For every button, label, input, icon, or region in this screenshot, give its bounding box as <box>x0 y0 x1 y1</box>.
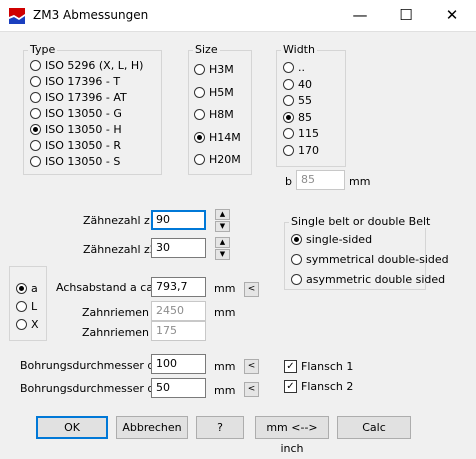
center-distance-apply-button[interactable]: < <box>244 282 259 297</box>
size-radio-4[interactable] <box>194 154 205 165</box>
z1-label: Zähnezahl z1 <box>83 214 157 227</box>
bore1-apply-button[interactable]: < <box>244 359 259 374</box>
width-option-label: .. <box>298 61 305 74</box>
minimize-button[interactable]: — <box>337 0 383 31</box>
type-option-label: ISO 13050 - S <box>45 155 121 168</box>
belt-option-label: single-sided <box>306 233 373 246</box>
size-radio-2[interactable] <box>194 109 205 120</box>
z2-spin-down[interactable]: ▼ <box>215 249 230 260</box>
flange2-label: Flansch 2 <box>301 380 354 393</box>
belt-radio-0[interactable] <box>291 234 302 245</box>
size-radio-1[interactable] <box>194 86 205 98</box>
window-title: ZM3 Abmessungen <box>33 8 149 22</box>
type-option-label: ISO 5296 (X, L, H) <box>45 59 144 72</box>
mode-radio-2[interactable] <box>16 319 27 330</box>
width-group-title: Width <box>281 43 317 56</box>
center-distance-unit: mm <box>214 282 236 295</box>
size-group-title: Size <box>193 43 220 56</box>
type-option-label: ISO 17396 - AT <box>45 91 127 104</box>
type-option-label: ISO 13050 - H <box>45 123 122 136</box>
width-option-label: 55 <box>298 94 312 107</box>
z1-field[interactable]: 90 <box>151 210 206 230</box>
belt-radio-2[interactable] <box>291 274 302 285</box>
width-radio-4[interactable] <box>283 128 294 139</box>
type-radio-6[interactable] <box>30 156 41 167</box>
width-option-label: 40 <box>298 77 312 91</box>
mode-group <box>9 266 47 341</box>
type-radio-4[interactable] <box>30 124 41 135</box>
bore1-unit: mm <box>214 360 236 373</box>
flange2-checkbox[interactable]: ✓ <box>284 380 297 393</box>
size-option-label: H20M <box>209 153 241 166</box>
width-radio-1[interactable] <box>283 78 294 90</box>
z2-label: Zähnezahl z2 <box>83 243 157 256</box>
b-unit: mm <box>349 175 371 188</box>
maximize-button[interactable]: ☐ <box>383 0 429 31</box>
bore2-apply-button[interactable]: < <box>244 382 259 397</box>
ok-button[interactable]: OK <box>36 416 108 439</box>
type-radio-0[interactable] <box>30 60 41 71</box>
calc-button[interactable]: Calc <box>337 416 411 439</box>
belt-x-field[interactable]: 175 <box>151 321 206 341</box>
size-option-label: H3M <box>209 63 234 76</box>
size-option-label: H8M <box>209 108 234 121</box>
mode-option-label: L <box>31 300 38 313</box>
width-option-label: 170 <box>298 143 319 157</box>
center-distance-label: Achsabstand a ca. <box>56 281 157 294</box>
type-radio-2[interactable] <box>30 92 41 103</box>
bore1-label: Bohrungsdurchmesser dB1 <box>20 359 169 372</box>
belt-option-label: symmetrical double-sided <box>306 253 449 266</box>
width-radio-3[interactable] <box>283 111 294 123</box>
width-radio-0[interactable] <box>283 62 294 73</box>
type-option-label: ISO 13050 - R <box>45 139 121 152</box>
size-radio-3[interactable] <box>194 131 205 143</box>
center-distance-field[interactable]: 793,7 <box>151 277 206 297</box>
z2-spin-up[interactable]: ▲ <box>215 237 230 248</box>
type-radio-1[interactable] <box>30 76 41 87</box>
z2-field[interactable]: 30 <box>151 238 206 258</box>
size-radio-0[interactable] <box>194 64 205 75</box>
mode-radio-0[interactable] <box>16 283 27 294</box>
bore1-field[interactable]: 100 <box>151 354 206 374</box>
belt-radio-1[interactable] <box>291 254 302 265</box>
mode-option-label: X <box>31 318 39 331</box>
belt-option-label: asymmetric double sided <box>306 273 446 286</box>
belt-x-label: Zahnriemen X <box>82 326 161 339</box>
size-option-label: H5M <box>209 85 234 99</box>
cancel-button[interactable]: Abbrechen <box>116 416 188 439</box>
help-button[interactable]: ? <box>196 416 244 439</box>
type-radio-5[interactable] <box>30 140 41 151</box>
mode-radio-1[interactable] <box>16 301 27 312</box>
width-option-label: 115 <box>298 127 319 140</box>
mode-option-label: a <box>31 282 38 295</box>
size-option-label: H14M <box>209 130 241 144</box>
bore2-label: Bohrungsdurchmesser dB2 <box>20 382 169 395</box>
flange1-checkbox[interactable]: ✓ <box>284 360 297 373</box>
b-label: b <box>285 175 292 188</box>
type-option-label: ISO 17396 - T <box>45 75 121 88</box>
flange1-label: Flansch 1 <box>301 360 354 373</box>
belt-length-unit: mm <box>214 306 236 319</box>
type-option-label: ISO 13050 - G <box>45 107 122 120</box>
width-radio-2[interactable] <box>283 95 294 106</box>
belt-length-field[interactable]: 2450 <box>151 301 206 321</box>
type-group-title: Type <box>28 43 58 56</box>
width-radio-5[interactable] <box>283 144 294 156</box>
bore2-field[interactable]: 50 <box>151 378 206 398</box>
bore2-unit: mm <box>214 384 236 397</box>
close-button[interactable]: ✕ <box>429 0 475 31</box>
width-option-label: 85 <box>298 110 312 124</box>
app-icon <box>9 8 25 24</box>
unit-convert-button[interactable]: mm <--> inch <box>255 416 329 455</box>
z1-spin-up[interactable]: ▲ <box>215 209 230 220</box>
b-width-field[interactable]: 85 <box>296 170 345 190</box>
belt-length-label: Zahnriemen L <box>82 306 159 319</box>
z1-spin-down[interactable]: ▼ <box>215 221 230 232</box>
type-radio-3[interactable] <box>30 108 41 119</box>
belt-group-title: Single belt or double Belt <box>289 215 433 228</box>
